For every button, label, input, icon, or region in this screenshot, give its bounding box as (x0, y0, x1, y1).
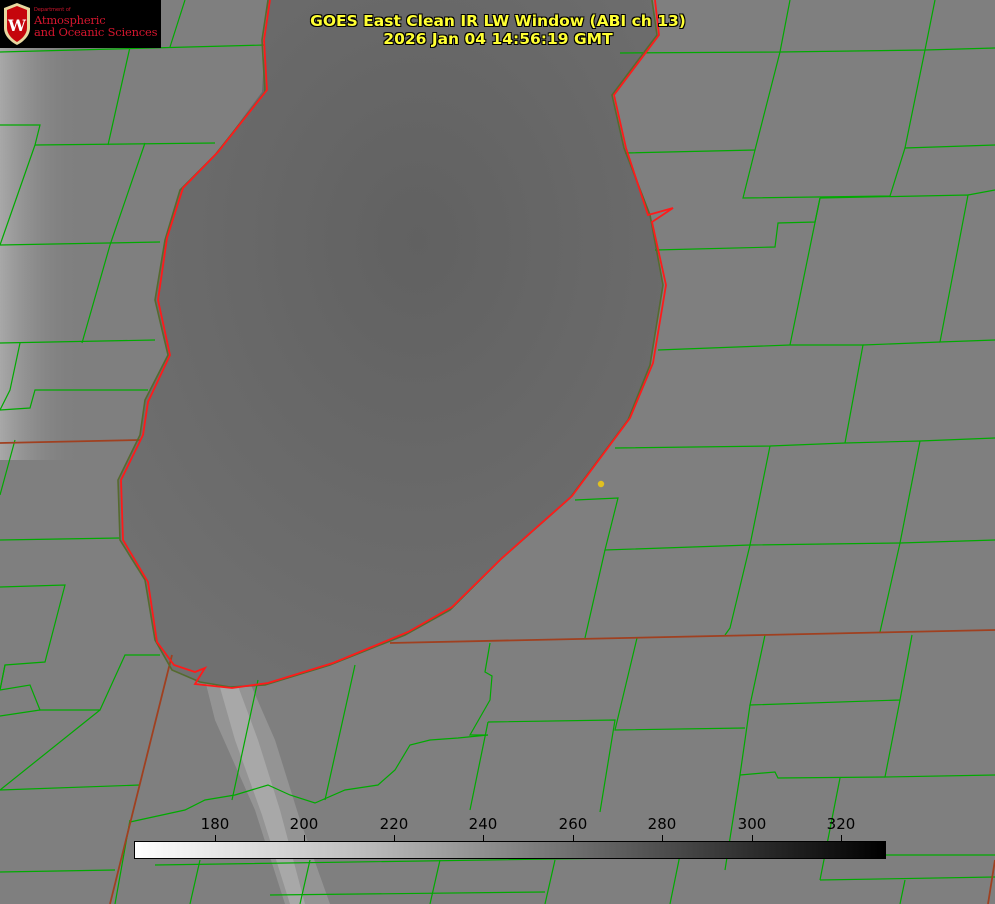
colorbar-tick-label: 220 (379, 815, 409, 833)
colorbar-tick-label: 280 (647, 815, 677, 833)
satellite-map (0, 0, 995, 904)
shield-letter: W (7, 16, 27, 35)
colorbar-tick (483, 835, 484, 842)
colorbar-tick (573, 835, 574, 842)
location-marker (597, 480, 605, 488)
colorbar (134, 841, 886, 859)
colorbar-tick-label: 180 (200, 815, 230, 833)
image-title: GOES East Clean IR LW Window (ABI ch 13) (310, 12, 686, 30)
uw-aos-logo: W Department of Atmospheric and Oceanic … (0, 0, 161, 48)
west-bright-band (0, 40, 80, 460)
colorbar-tick (841, 835, 842, 842)
colorbar-tick-label: 300 (737, 815, 767, 833)
colorbar-tick (752, 835, 753, 842)
colorbar-tick (394, 835, 395, 842)
colorbar-tick (662, 835, 663, 842)
image-timestamp: 2026 Jan 04 14:56:19 GMT (383, 30, 613, 48)
logo-line2: and Oceanic Sciences (34, 24, 158, 39)
colorbar-tick-label: 240 (468, 815, 498, 833)
colorbar-tick-label: 200 (289, 815, 319, 833)
colorbar-tick-label: 260 (558, 815, 588, 833)
colorbar-tick (215, 835, 216, 842)
colorbar-tick (304, 835, 305, 842)
uw-shield-icon: W (4, 3, 30, 45)
colorbar-tick-label: 320 (826, 815, 856, 833)
